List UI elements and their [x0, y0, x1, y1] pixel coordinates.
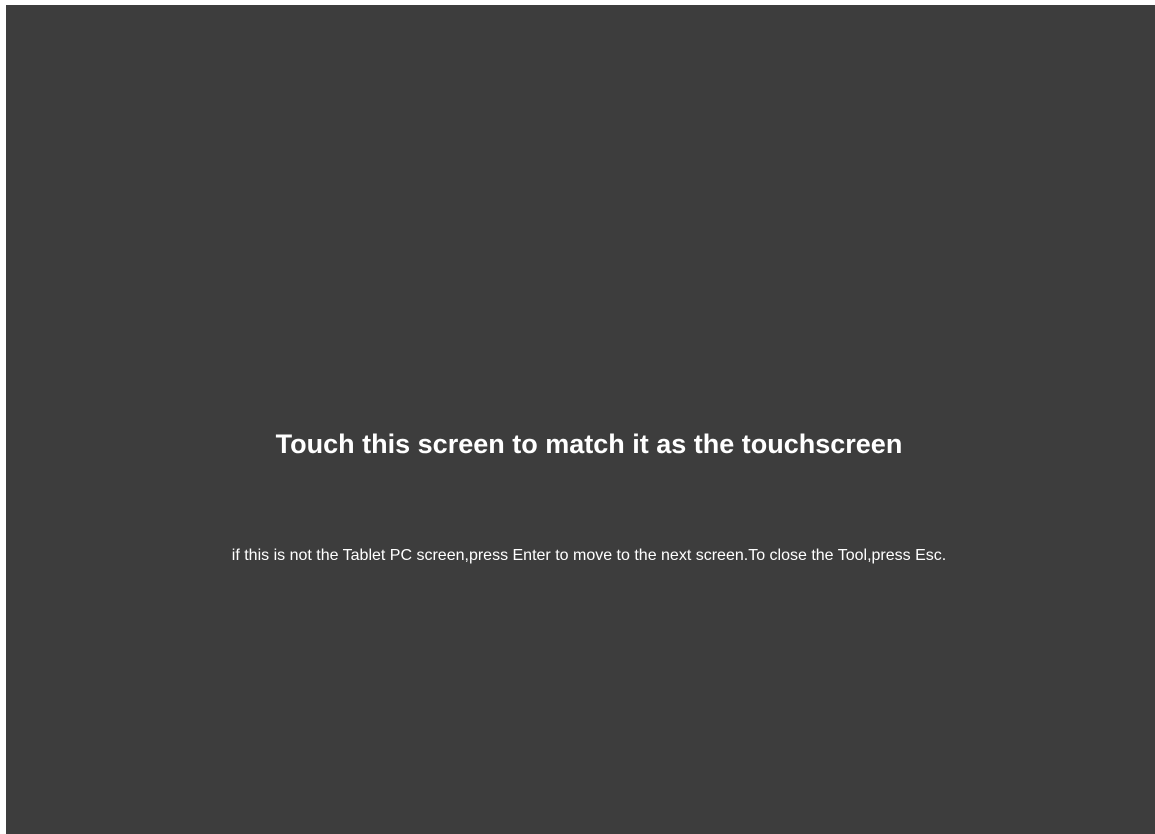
touch-prompt-title: Touch this screen to match it as the tou…	[275, 429, 903, 459]
touch-target-screen[interactable]: Touch this screen to match it as the tou…	[6, 5, 1155, 834]
touch-prompt-instructions: if this is not the Tablet PC screen,pres…	[231, 547, 947, 564]
screen-frame: Touch this screen to match it as the tou…	[0, 0, 1155, 834]
